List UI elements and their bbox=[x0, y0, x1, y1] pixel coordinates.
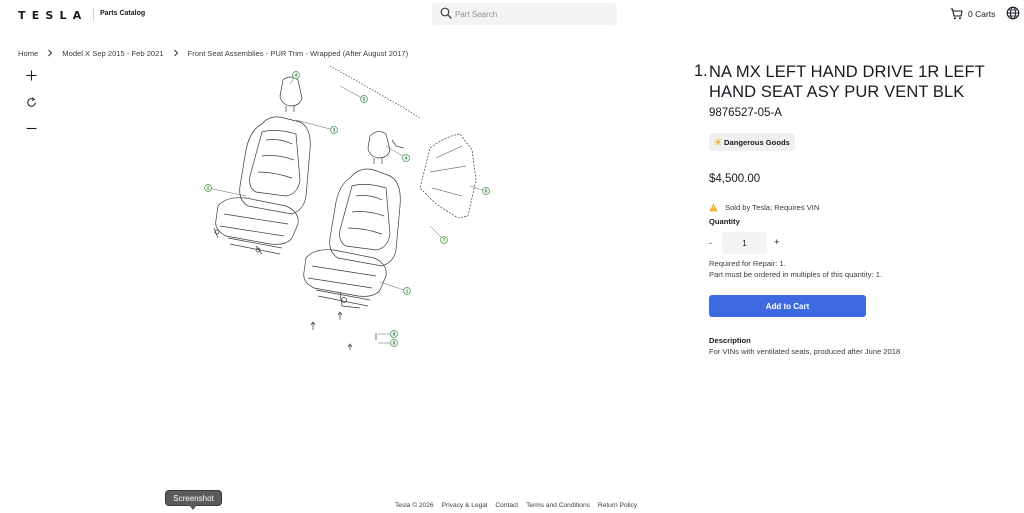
breadcrumb: Home Model X Sep 2015 - Feb 2021 Front S… bbox=[18, 47, 408, 59]
footer-privacy-link[interactable]: Privacy & Legal bbox=[442, 502, 488, 509]
cart-icon bbox=[950, 8, 963, 20]
diagram-callout[interactable]: 1 bbox=[403, 287, 411, 295]
footer-return-policy-link[interactable]: Return Policy bbox=[598, 502, 637, 509]
diagram-callout[interactable]: 7 bbox=[440, 236, 448, 244]
zoom-out-icon bbox=[26, 127, 36, 129]
globe-icon[interactable] bbox=[1006, 6, 1020, 20]
search-box[interactable] bbox=[432, 3, 617, 25]
diagram-callout[interactable]: 2 bbox=[204, 184, 212, 192]
breadcrumb-home[interactable]: Home bbox=[18, 49, 38, 58]
hazard-icon bbox=[714, 138, 722, 146]
breadcrumb-model[interactable]: Model X Sep 2015 - Feb 2021 bbox=[62, 49, 163, 58]
item-index: 1. bbox=[694, 62, 708, 80]
description-heading: Description bbox=[709, 336, 751, 345]
add-to-cart-button[interactable]: Add to Cart bbox=[709, 295, 866, 317]
quantity-increment-button[interactable]: + bbox=[774, 237, 780, 248]
diagram-callout[interactable]: 3 bbox=[330, 126, 338, 134]
tesla-logo[interactable]: TESLA bbox=[18, 9, 87, 22]
diagram-callout[interactable]: 8 bbox=[390, 330, 398, 338]
warning-icon bbox=[709, 203, 718, 212]
reset-zoom-button[interactable] bbox=[24, 95, 38, 109]
header-divider bbox=[93, 8, 94, 21]
quantity-input[interactable] bbox=[722, 232, 767, 254]
footer-terms-link[interactable]: Terms and Conditions bbox=[526, 502, 590, 509]
tooltip-arrow bbox=[189, 505, 197, 510]
screenshot-tooltip: Screenshot bbox=[165, 490, 222, 506]
sold-note: Sold by Tesla; Requires VIN bbox=[709, 203, 819, 212]
quantity-decrement-button[interactable]: - bbox=[709, 238, 712, 248]
zoom-in-icon bbox=[26, 70, 36, 80]
dangerous-goods-badge: Dangerous Goods bbox=[709, 133, 795, 151]
part-number: 9876527-05-A bbox=[709, 107, 782, 119]
required-for-repair: Required for Repair: 1. bbox=[709, 259, 786, 268]
search-icon bbox=[440, 7, 452, 19]
multiples-note: Part must be ordered in multiples of thi… bbox=[709, 270, 883, 279]
cart-button[interactable]: 0 Carts bbox=[950, 7, 995, 21]
cart-label: 0 Carts bbox=[968, 9, 996, 19]
diagram-callout[interactable]: 4 bbox=[402, 154, 410, 162]
diagram-callout[interactable]: 4 bbox=[292, 71, 300, 79]
parts-diagram[interactable]: 1 2 3 4 5 6 7 8 9 4 bbox=[190, 62, 510, 362]
sold-note-label: Sold by Tesla; Requires VIN bbox=[725, 203, 820, 212]
reset-icon bbox=[26, 96, 36, 107]
footer-contact-link[interactable]: Contact bbox=[495, 502, 518, 509]
badge-label: Dangerous Goods bbox=[724, 137, 790, 147]
search-input[interactable] bbox=[455, 6, 610, 22]
description-text: For VINs with ventilated seats, produced… bbox=[709, 347, 901, 356]
product-title: NA MX LEFT HAND DRIVE 1R LEFT HAND SEAT … bbox=[709, 63, 985, 101]
chevron-right-icon bbox=[47, 49, 53, 57]
chevron-right-icon bbox=[173, 49, 179, 57]
footer-copyright: Tesla © 2026 bbox=[395, 501, 434, 509]
zoom-in-button[interactable] bbox=[24, 68, 38, 82]
parts-catalog-link[interactable]: Parts Catalog bbox=[100, 10, 145, 17]
quantity-label: Quantity bbox=[709, 217, 740, 226]
diagram-callout[interactable]: 9 bbox=[390, 339, 398, 347]
zoom-out-button[interactable] bbox=[24, 121, 38, 135]
breadcrumb-category[interactable]: Front Seat Assemblies - PUR Trim - Wrapp… bbox=[188, 49, 409, 58]
price: $4,500.00 bbox=[709, 173, 761, 185]
footer: Tesla © 2026 Privacy & Legal Contact Ter… bbox=[395, 500, 645, 510]
diagram-callout[interactable]: 6 bbox=[482, 187, 490, 195]
diagram-callout[interactable]: 5 bbox=[360, 95, 368, 103]
top-nav: TESLA Parts Catalog 0 Carts bbox=[0, 0, 1024, 30]
